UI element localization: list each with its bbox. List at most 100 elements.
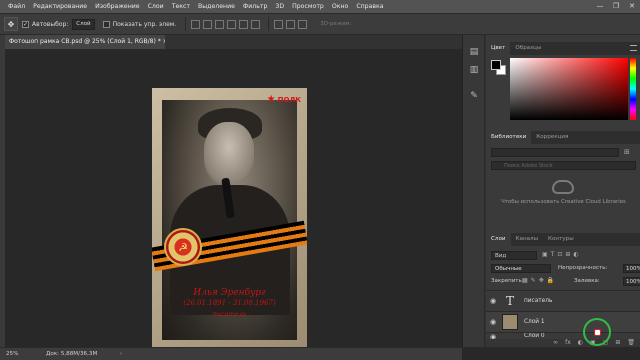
layer-kind-filter[interactable]: Вид (491, 251, 537, 260)
right-dock: ▤ ▥ ✎ Цвет Образцы Библиотеки Коррекция … (462, 35, 640, 347)
document-tab-bar: Фотошоп рамка СВ.psd @ 25% (Слой 1, RGB/… (5, 35, 462, 49)
options-separator (185, 17, 187, 31)
minimize-button[interactable]: — (592, 0, 608, 13)
fx-icon[interactable]: fx (565, 339, 571, 347)
library-message: Чтобы использовать Creative Cloud Librar… (501, 199, 626, 205)
blend-mode-dropdown[interactable]: Обычные (491, 264, 551, 273)
distribute-icon[interactable] (274, 19, 284, 29)
menu-window[interactable]: Окно (328, 0, 352, 13)
show-controls-checkbox[interactable] (102, 20, 110, 28)
menu-view[interactable]: Просмотр (288, 0, 328, 13)
tab-swatches[interactable]: Образцы (510, 42, 546, 55)
layers-panel-tabs: Слои Каналы Контуры (486, 233, 640, 246)
document-tab-title: Фотошоп рамка СВ.psd @ 25% (Слой 1, RGB/… (9, 38, 161, 45)
visibility-eye-icon[interactable]: ◉ (490, 318, 498, 326)
poster-role: писатель (212, 310, 247, 318)
portrait-face (204, 122, 254, 184)
panels-column: Цвет Образцы Библиотеки Коррекция ⊞ Поис… (486, 35, 640, 347)
link-layers-icon[interactable]: ∞ (553, 339, 558, 347)
close-window-button[interactable]: ✕ (624, 0, 640, 13)
options-separator-2 (268, 17, 270, 31)
grid-view-icon[interactable]: ⊞ (624, 148, 636, 157)
properties-icon[interactable]: ▥ (467, 63, 481, 77)
panel-menu-icon[interactable] (630, 45, 637, 51)
distribute-icon-2[interactable] (286, 19, 296, 29)
tab-adjustments[interactable]: Коррекция (531, 131, 573, 144)
order-medal-icon: ☭ (164, 228, 202, 266)
poster-image[interactable]: ★ ПОЛК ☭ Илья Эренбург (26.01.1891 - 31.0… (152, 88, 307, 354)
opacity-input[interactable]: 100% (623, 264, 640, 273)
poster-brand: ★ ПОЛК (267, 94, 301, 105)
document-size: Док: 5,88M/36,3M (46, 351, 98, 357)
autoselect-checkbox[interactable]: ✓ (22, 20, 29, 28)
align-bottom-icon[interactable] (215, 19, 225, 29)
align-center-icon[interactable] (239, 19, 249, 29)
mode-3d-label: 3D-режим: (320, 21, 352, 27)
align-top-icon[interactable] (191, 19, 201, 29)
menu-3d[interactable]: 3D (271, 0, 288, 13)
fill-label: Заливка: (574, 278, 600, 284)
autoselect-dropdown[interactable]: Слой (72, 18, 95, 30)
foreground-color-swatch[interactable] (491, 60, 501, 70)
document-tab-close-icon[interactable]: × (163, 38, 165, 45)
opacity-label: Непрозрачность: (558, 265, 608, 271)
poster-name: Илья Эренбург (193, 288, 266, 298)
layer-row[interactable]: ◉ T писатель (486, 290, 640, 311)
tab-color[interactable]: Цвет (486, 42, 511, 55)
library-dropdown[interactable] (491, 148, 619, 157)
tab-libraries[interactable]: Библиотеки (486, 131, 532, 144)
distribute-icon-3[interactable] (298, 19, 308, 29)
layer-thumbnail (502, 314, 518, 330)
color-panel-tabs: Цвет Образцы (486, 42, 640, 55)
mouse-cursor-icon (594, 329, 601, 336)
autoselect-label: Автовыбор: (32, 20, 69, 28)
menu-bar: Файл Редактирование Изображение Слои Тек… (0, 0, 640, 13)
text-layer-icon: T (505, 294, 514, 308)
poster-dates: (26.01.1891 - 31.08.1967) (183, 299, 276, 307)
color-picker-field[interactable] (510, 58, 628, 120)
brush-preset-icon[interactable]: ✎ (467, 89, 481, 103)
maximize-button[interactable]: ❐ (608, 0, 624, 13)
menu-filter[interactable]: Фильтр (239, 0, 271, 13)
zoom-level[interactable]: 25% (6, 351, 18, 357)
tab-channels[interactable]: Каналы (511, 233, 543, 246)
creative-cloud-icon (552, 180, 574, 194)
menu-edit[interactable]: Редактирование (29, 0, 91, 13)
trash-icon[interactable]: 🗑 (627, 339, 635, 347)
align-left-icon[interactable] (227, 19, 237, 29)
move-tool-icon[interactable]: ✥ (4, 17, 18, 31)
canvas-area[interactable]: ★ ПОЛК ☭ Илья Эренбург (26.01.1891 - 31.0… (5, 49, 462, 354)
document-tab[interactable]: Фотошоп рамка СВ.psd @ 25% (Слой 1, RGB/… (5, 35, 165, 49)
history-icon[interactable]: ▤ (467, 45, 481, 59)
align-middle-icon[interactable] (203, 19, 213, 29)
lock-icons[interactable]: ▦✎✥🔒 (522, 277, 557, 284)
fill-input[interactable]: 100% (623, 277, 640, 286)
layer-name: писатель (524, 298, 553, 304)
align-right-icon[interactable] (251, 19, 261, 29)
menu-select[interactable]: Выделение (194, 0, 239, 13)
menu-image[interactable]: Изображение (91, 0, 144, 13)
new-layer-icon[interactable]: ⊞ (615, 339, 620, 347)
status-bar: 25% Док: 5,88M/36,3M › (0, 347, 462, 360)
tab-paths[interactable]: Контуры (543, 233, 579, 246)
adjustment-icon[interactable]: ◐ (578, 339, 583, 347)
menu-file[interactable]: Файл (4, 0, 29, 13)
dock-icon-strip: ▤ ▥ ✎ (463, 35, 485, 347)
visibility-eye-icon[interactable]: ◉ (490, 297, 498, 305)
lock-label: Закрепить: (491, 278, 524, 284)
layer-name: Слой 1 (524, 319, 545, 325)
poster-brand-text: ПОЛК (277, 96, 301, 104)
status-menu-arrow-icon[interactable]: › (120, 348, 122, 360)
layer-row[interactable]: ◉ Слой 1 (486, 311, 640, 332)
menu-layers[interactable]: Слои (144, 0, 168, 13)
menu-help[interactable]: Справка (352, 0, 387, 13)
show-controls-label: Показать упр. элем. (112, 20, 177, 28)
hue-slider[interactable] (630, 58, 636, 120)
library-search-input[interactable]: Поиск Adobe Stock (491, 161, 636, 170)
layer-filter-icons[interactable]: ▣T⊡⊞◐ (542, 251, 582, 258)
tab-layers[interactable]: Слои (486, 233, 511, 246)
menu-type[interactable]: Текст (168, 0, 194, 13)
hammer-sickle-icon: ☭ (178, 240, 188, 254)
layer-row[interactable]: ◉ Слой 0 (486, 332, 640, 339)
options-bar: ✥ ✓ Автовыбор: Слой Показать упр. элем. … (0, 13, 640, 35)
